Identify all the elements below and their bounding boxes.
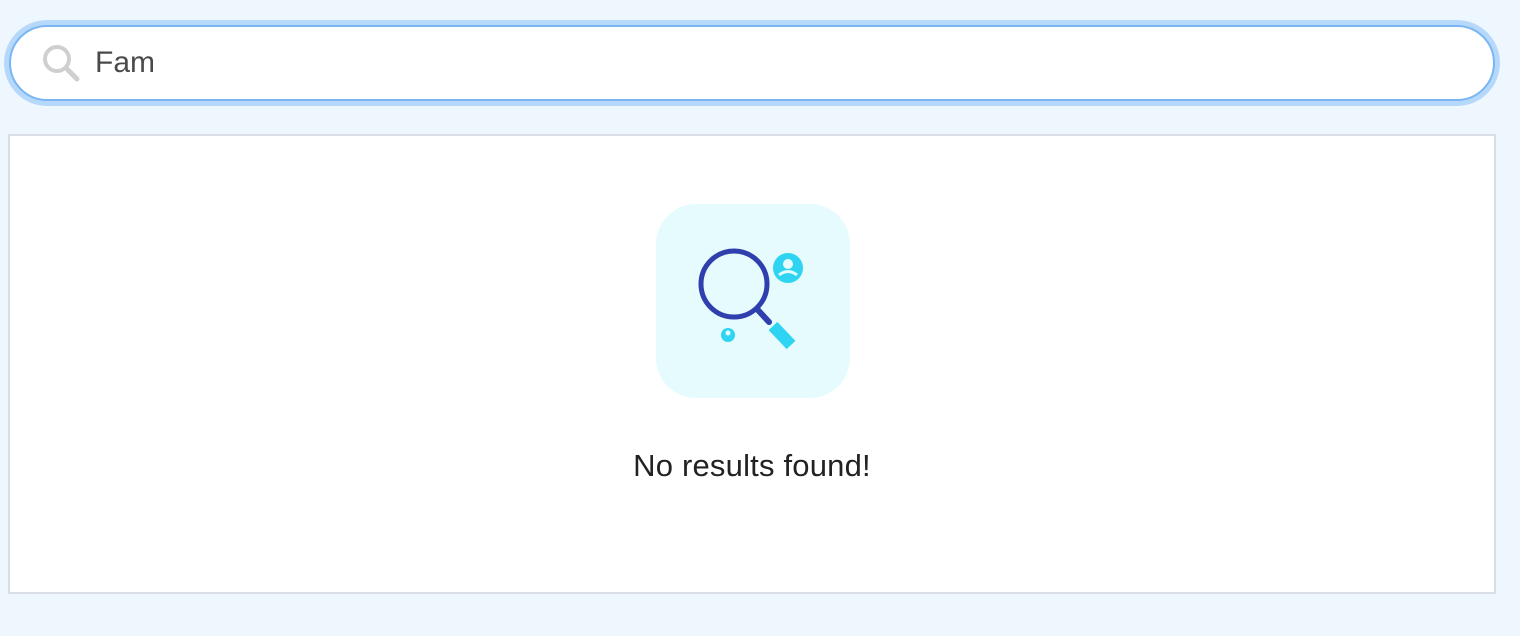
search-field[interactable] [9, 25, 1495, 101]
search-icon [41, 43, 81, 83]
results-panel: No results found! [8, 134, 1496, 594]
search-bar [4, 20, 1500, 106]
search-input[interactable] [95, 41, 1395, 85]
empty-message: No results found! [633, 448, 871, 483]
no-results-illustration-icon [656, 204, 850, 398]
